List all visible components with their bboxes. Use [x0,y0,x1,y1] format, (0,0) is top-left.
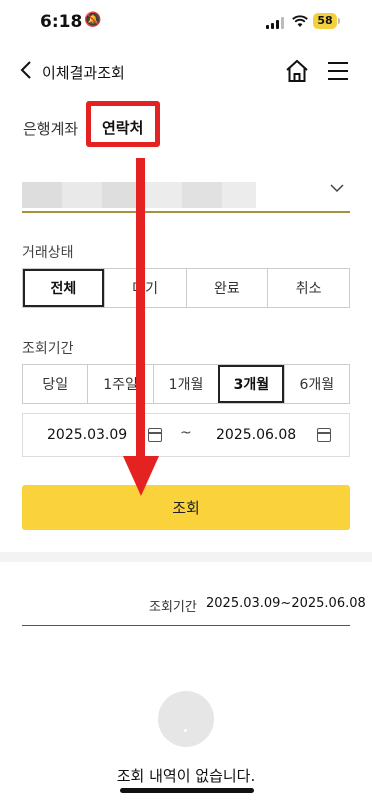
status-option-all[interactable]: 전체 [23,269,104,307]
status-option-complete[interactable]: 완료 [185,269,268,307]
period-option-3months[interactable]: 3개월 [218,365,284,403]
calendar-icon[interactable] [317,428,331,442]
empty-state-dot [184,729,187,732]
silent-bell-icon: 🔕 [84,12,102,28]
period-label: 조회기간 [22,341,74,357]
wifi-icon [292,14,308,32]
status-option-cancel[interactable]: 취소 [267,269,349,307]
cellular-signal-icon [266,17,284,29]
period-option-6months[interactable]: 6개월 [283,365,349,403]
empty-state-message: 조회 내역이 없습니다. [116,767,256,785]
battery-indicator: 58 [313,13,337,29]
calendar-icon[interactable] [148,428,162,442]
status-time: 6:18 [40,12,83,32]
page-title: 이체결과조회 [42,64,125,82]
empty-state-icon [158,691,214,747]
period-option-1month[interactable]: 1개월 [152,365,218,403]
start-date[interactable]: 2025.03.09 [47,427,127,443]
result-period-label: 조회기간 [149,600,197,615]
account-select-underline [22,211,350,213]
section-divider [0,552,372,562]
tab-bank-account[interactable]: 은행계좌 [23,118,78,139]
status-label: 거래상태 [22,245,74,261]
battery-tip [338,18,340,24]
period-segmented-control: 당일 1주일 1개월 3개월 6개월 [22,364,350,404]
end-date[interactable]: 2025.06.08 [216,427,296,443]
home-icon[interactable] [284,58,310,84]
chevron-down-icon[interactable] [330,181,344,197]
tab-highlight-box [86,101,160,147]
annotation-arrow-shaft [136,158,145,458]
result-period-value: 2025.03.09~2025.06.08 [206,596,366,611]
period-option-today[interactable]: 당일 [23,365,87,403]
annotation-arrow-head [123,456,159,496]
search-button[interactable]: 조회 [22,485,350,530]
hamburger-menu-icon[interactable] [328,62,348,80]
home-indicator[interactable] [120,788,254,793]
status-segmented-control: 전체 대기 완료 취소 [22,268,350,308]
date-separator: ~ [180,425,192,441]
result-divider [22,625,350,626]
back-chevron-icon[interactable] [20,60,32,85]
